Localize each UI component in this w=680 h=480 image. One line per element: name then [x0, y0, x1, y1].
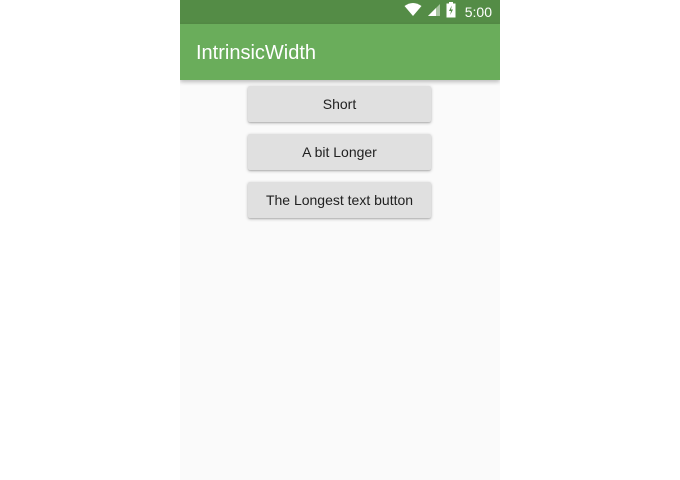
- wifi-icon: [404, 2, 422, 22]
- phone-screen: 5:00 IntrinsicWidth Short A bit Longer T…: [180, 0, 500, 480]
- status-bar: 5:00: [180, 0, 500, 24]
- a-bit-longer-button-label: A bit Longer: [302, 144, 377, 160]
- short-button-label: Short: [322, 96, 357, 112]
- cell-signal-icon: [427, 3, 441, 22]
- status-time: 5:00: [464, 4, 492, 20]
- button-column: Short A bit Longer The Longest text butt…: [248, 86, 431, 218]
- longest-text-button[interactable]: The Longest text button: [248, 182, 431, 218]
- longest-text-button-label: The Longest text button: [265, 192, 414, 208]
- status-icons: 5:00: [404, 0, 492, 24]
- short-button[interactable]: Short: [248, 86, 431, 122]
- a-bit-longer-button[interactable]: A bit Longer: [248, 134, 431, 170]
- battery-icon: [446, 1, 456, 23]
- app-bar: IntrinsicWidth: [180, 24, 500, 80]
- app-title: IntrinsicWidth: [196, 42, 317, 64]
